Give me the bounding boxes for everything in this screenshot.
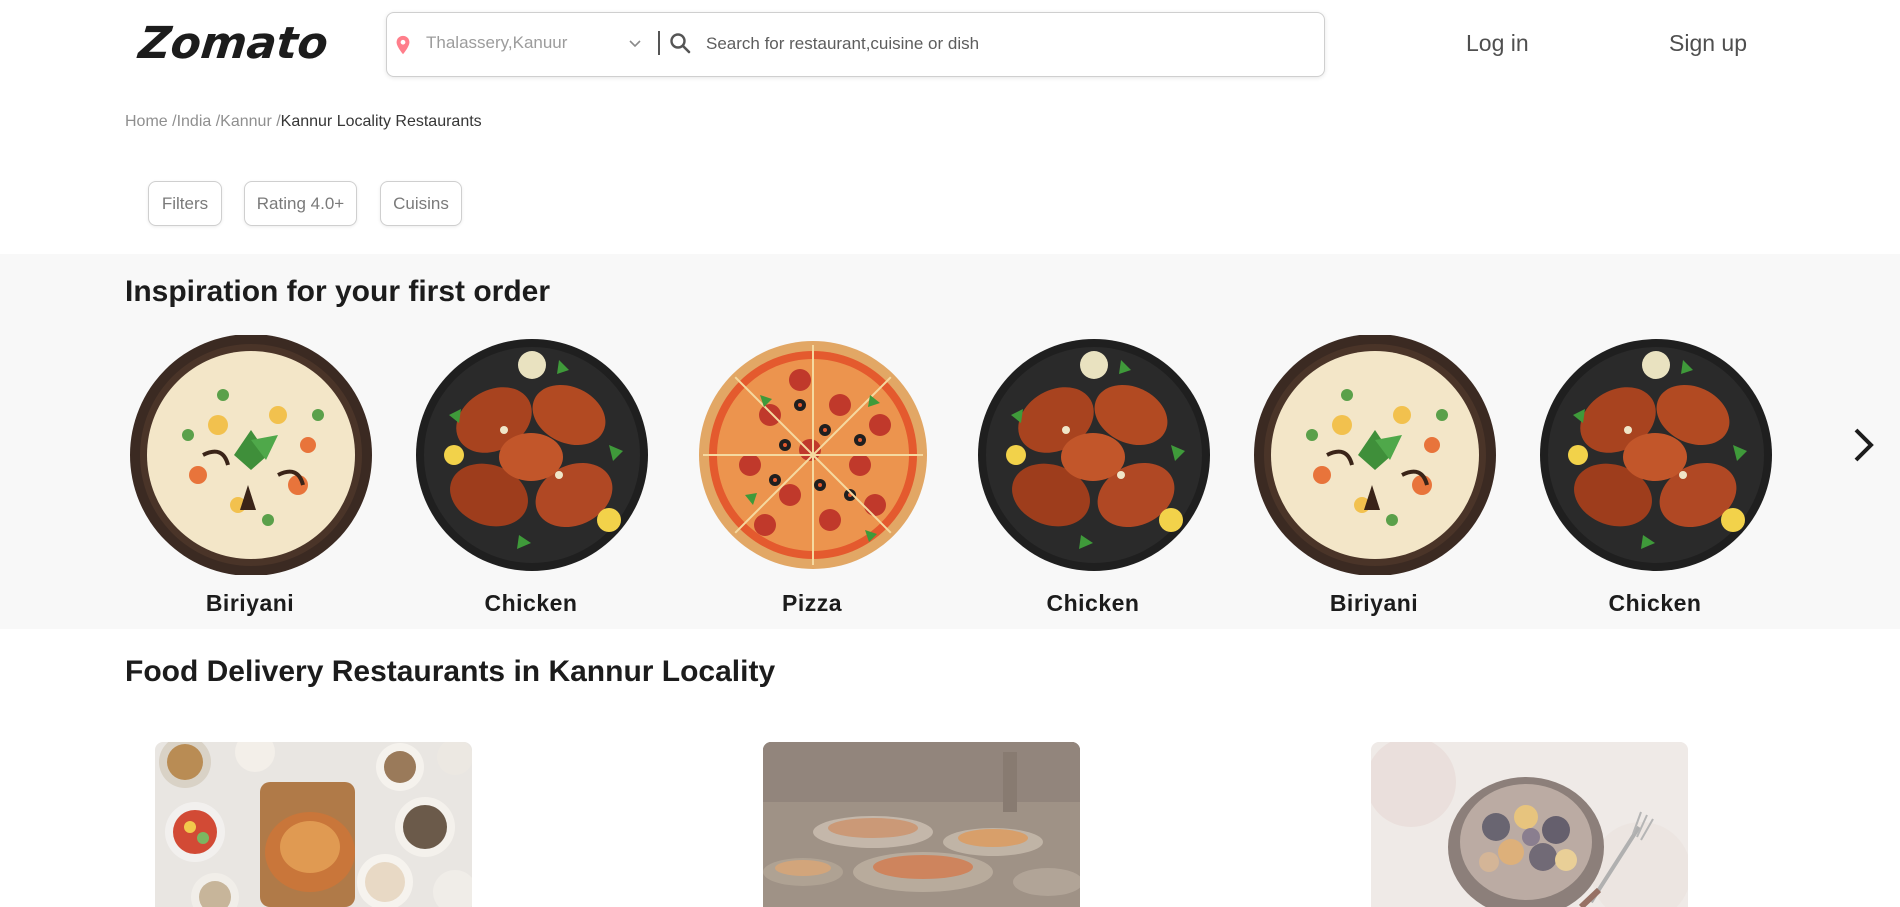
pizza-dish-image [699,341,927,569]
restaurant-card-image[interactable] [763,742,1080,907]
dish-label: Pizza [781,590,843,616]
location-select[interactable]: Thalassery,Kanuur [426,33,567,53]
dish-item-chicken[interactable]: Chicken [406,335,656,620]
search-icon [670,33,691,54]
header: Zomato Thalassery,Kanuur Log in Sign up [0,0,1900,90]
breadcrumb-india[interactable]: India / [177,113,221,130]
dish-item-chicken[interactable]: Chicken [968,335,1218,620]
dish-label: Biriyani [1329,590,1419,616]
signup-link[interactable]: Sign up [1669,30,1747,57]
cuisins-filter-button[interactable]: Cuisins [380,181,462,226]
chevron-right-icon[interactable] [1848,425,1878,465]
login-link[interactable]: Log in [1466,30,1529,57]
breadcrumb-kannur[interactable]: Kannur / [220,113,280,130]
zomato-logo[interactable]: Zomato [136,18,330,69]
chevron-down-icon[interactable] [627,37,643,51]
dish-item-chicken[interactable]: Chicken [1530,335,1780,620]
location-pin-icon [396,35,410,55]
inspiration-title: Inspiration for your first order [125,275,551,308]
rating-filter-button[interactable]: Rating 4.0+ [244,181,357,226]
restaurant-card-image[interactable] [155,742,472,907]
biriyani-dish-image [130,335,372,575]
restaurant-card-image[interactable] [1371,742,1688,907]
dish-label: Biriyani [205,590,295,616]
restaurant-image-salad-bowl [1371,742,1688,907]
breadcrumb: Home /India /Kannur /Kannur Locality Res… [125,113,482,131]
restaurants-title: Food Delivery Restaurants in Kannur Loca… [125,655,776,688]
restaurant-image-feast [763,742,1080,907]
breadcrumb-current: Kannur Locality Restaurants [280,113,482,130]
chicken-dish-image [1540,339,1772,571]
dish-item-pizza[interactable]: Pizza [687,335,937,620]
filters-button[interactable]: Filters [148,181,222,226]
search-input[interactable] [706,31,1306,57]
dish-label: Chicken [1046,590,1140,616]
biriyani-dish-image [1254,335,1496,575]
chicken-dish-image [416,339,648,571]
breadcrumb-home[interactable]: Home / [125,113,177,130]
search-divider [658,31,660,55]
chicken-dish-image [978,339,1210,571]
dish-item-biriyani[interactable]: Biriyani [1249,335,1499,620]
dish-item-biriyani[interactable]: Biriyani [125,335,375,620]
restaurant-image-platter [155,742,472,907]
dish-label: Chicken [484,590,578,616]
dish-label: Chicken [1608,590,1702,616]
